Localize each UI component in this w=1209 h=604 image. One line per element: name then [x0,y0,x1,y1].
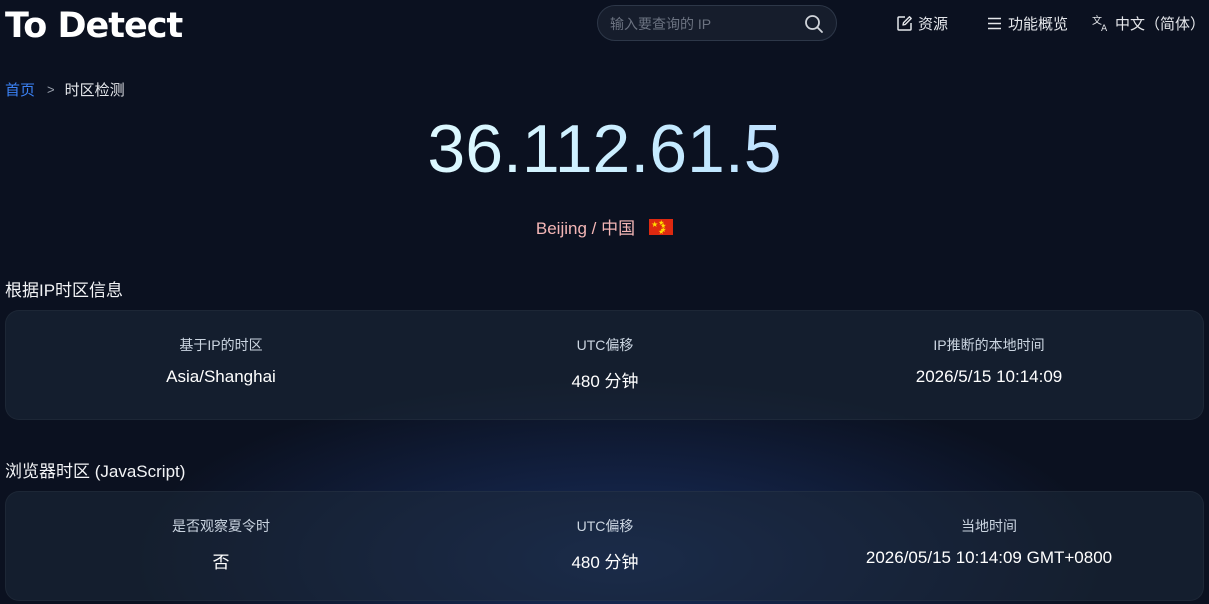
browser-local-time-label: 当地时间 [961,518,1017,534]
nav-features[interactable]: 功能概览 [986,12,1068,34]
browser-timezone-section-title: 浏览器时区 (JavaScript) [5,462,186,481]
breadcrumb: 首页 > 时区检测 [5,79,125,100]
nav-resources[interactable]: 资源 [896,12,948,34]
translate-icon: 文 A [1092,14,1108,32]
ip-location: Beijing / 中国 ★ ★ ★ ★ ★ [0,214,1209,239]
ip-local-time-value: 2026/5/15 10:14:09 [915,367,1063,386]
china-flag-icon: ★ ★ ★ ★ ★ [649,218,674,236]
logo-prefix: To [5,6,47,46]
browser-utc-offset-col: UTC偏移 480 分钟 [405,492,805,602]
language-label: 中文（简体） [1115,15,1206,33]
language-selector[interactable]: 文 A 中文（简体） [1092,12,1205,34]
ip-timezone-value: Asia/Shanghai [166,367,276,386]
edit-icon [897,15,912,31]
ip-utc-offset-value: 480 分钟 [571,372,639,391]
logo[interactable]: To Detect [5,6,183,46]
browser-local-time-col: 当地时间 2026/05/15 10:14:09 GMT+0800 [789,492,1189,602]
ip-utc-offset-label: UTC偏移 [576,337,634,353]
ip-search-box [597,5,837,41]
svg-text:A: A [1101,24,1108,32]
browser-timezone-card: 是否观察夏令时 否 UTC偏移 480 分钟 当地时间 2026/05/15 1… [5,491,1204,601]
breadcrumb-home-link[interactable]: 首页 [5,79,35,100]
nav-resources-label: 资源 [918,15,949,33]
ip-utc-offset-col: UTC偏移 480 分钟 [405,311,805,421]
dst-label: 是否观察夏令时 [172,518,270,534]
ip-timezone-label: 基于IP的时区 [179,337,263,353]
breadcrumb-separator: > [47,82,55,97]
ip-location-text: Beijing / 中国 [535,219,636,238]
browser-utc-offset-value: 480 分钟 [571,553,639,572]
top-header: To Detect 资源 功能概览 文 A 中文（简体） [0,0,1209,56]
breadcrumb-current: 时区检测 [64,82,125,99]
dst-value: 否 [212,553,230,572]
ip-search-input[interactable] [610,14,800,34]
ip-address: 36.112.61.5 [0,110,1209,188]
nav-features-label: 功能概览 [1008,15,1069,33]
ip-timezone-section-title: 根据IP时区信息 [5,281,124,300]
ip-timezone-col: 基于IP的时区 Asia/Shanghai [21,311,421,421]
ip-timezone-card: 基于IP的时区 Asia/Shanghai UTC偏移 480 分钟 IP推断的… [5,310,1204,420]
ip-local-time-col: IP推断的本地时间 2026/5/15 10:14:09 [789,311,1189,421]
ip-local-time-label: IP推断的本地时间 [933,337,1045,353]
search-icon[interactable] [804,14,824,34]
browser-local-time-value: 2026/05/15 10:14:09 GMT+0800 [865,548,1113,567]
dst-col: 是否观察夏令时 否 [21,492,421,602]
browser-utc-offset-label: UTC偏移 [576,518,634,534]
menu-icon [988,17,1001,29]
logo-suffix: Detect [57,6,183,46]
